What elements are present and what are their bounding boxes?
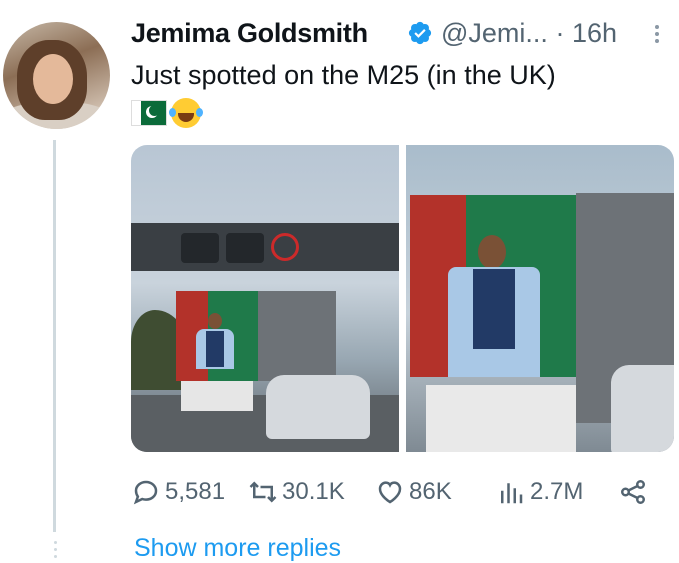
thread-line xyxy=(53,140,56,532)
like-icon xyxy=(378,481,402,504)
truck-portrait-panel xyxy=(410,195,576,377)
retweet-count: 30.1K xyxy=(282,478,345,505)
silver-car xyxy=(611,365,674,452)
reply-icon xyxy=(133,480,158,505)
share-icon xyxy=(621,480,645,504)
truck-rear xyxy=(181,381,253,411)
motorway-gantry xyxy=(131,223,399,271)
truck-trailer xyxy=(256,291,336,381)
author-avatar[interactable] xyxy=(3,22,110,129)
pakistan-flag-icon xyxy=(131,100,167,126)
views-button[interactable]: 2.7M xyxy=(496,474,583,510)
thread-dot xyxy=(54,548,57,551)
retweet-button[interactable]: 30.1K xyxy=(248,474,345,510)
verified-badge-icon xyxy=(408,21,432,45)
like-button[interactable]: 86K xyxy=(375,474,452,510)
views-icon xyxy=(501,483,523,504)
avatar-face xyxy=(33,54,73,104)
media-photo-motorway[interactable] xyxy=(131,145,399,452)
show-more-replies-link[interactable]: Show more replies xyxy=(134,534,341,563)
reply-button[interactable]: 5,581 xyxy=(131,474,225,510)
views-count: 2.7M xyxy=(530,478,584,505)
tweet-text: Just spotted on the M25 (in the UK) xyxy=(131,60,556,90)
author-handle[interactable]: @Jemi... xyxy=(441,18,548,48)
author-name[interactable]: Jemima Goldsmith xyxy=(131,18,368,49)
tears-of-joy-icon xyxy=(169,98,203,128)
media-photo-closeup[interactable] xyxy=(406,145,674,452)
author-handle-and-time[interactable]: @Jemi... · 16h xyxy=(441,18,617,49)
more-options-icon[interactable] xyxy=(652,22,662,48)
like-count: 86K xyxy=(409,478,452,505)
share-button[interactable] xyxy=(618,474,648,510)
tweet-time[interactable]: 16h xyxy=(572,18,617,48)
thread-dot xyxy=(54,541,57,544)
reply-count: 5,581 xyxy=(165,478,226,505)
silver-car xyxy=(266,375,370,439)
retweet-icon xyxy=(249,481,277,503)
separator-dot: · xyxy=(555,18,565,48)
truck-portrait-panel xyxy=(176,291,258,381)
truck-rear xyxy=(426,385,576,452)
tweet-emojis xyxy=(131,96,203,130)
tweet-actions: 5,581 30.1K 86K 2.7M xyxy=(131,474,671,510)
